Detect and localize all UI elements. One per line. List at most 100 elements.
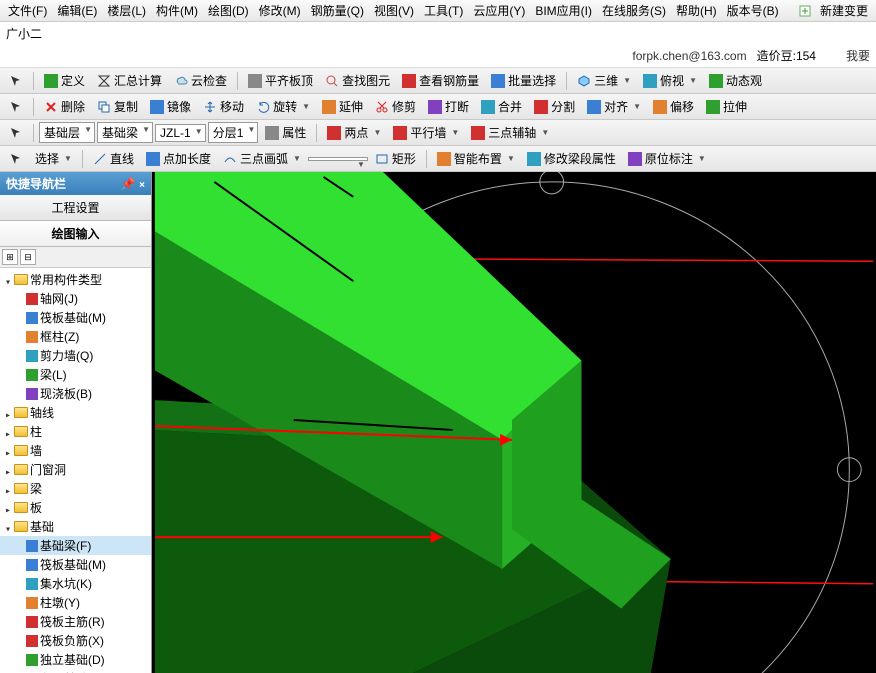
category-combo[interactable]: 基础梁 [97,122,153,143]
rotate-button[interactable]: 旋转▼ [251,95,315,118]
3d-viewport[interactable]: A [152,172,876,673]
tree-cat[interactable]: 轴线 [0,403,151,422]
tool-arrow2[interactable] [4,97,28,117]
merge-button[interactable]: 合并 [476,95,527,118]
pin-icon[interactable]: 📌 [121,177,136,191]
arc3-button[interactable]: 三点画弧▼ [218,147,306,170]
smart-layout-button[interactable]: 智能布置▼ [432,147,520,170]
two-point-button[interactable]: 两点▼ [322,121,386,144]
user-bar: forpk.chen@163.com 造价豆:154 我要 [0,44,876,68]
tree-common-item[interactable]: 剪力墙(Q) [0,346,151,365]
menu-online[interactable]: 在线服务(S) [598,0,670,21]
tree-common-item[interactable]: 框柱(Z) [0,327,151,346]
sidebar-title-label: 快捷导航栏 [6,175,66,192]
tree-strip-foundation[interactable]: 条形基础(T) [0,669,151,673]
menu-edit[interactable]: 编辑(E) [53,0,101,21]
tool-arrow3[interactable] [4,123,28,143]
draw-combo[interactable] [308,157,368,161]
tree-foundation-beam[interactable]: 基础梁(F) [0,536,151,555]
rect-button[interactable]: 矩形 [370,147,421,170]
component-tree[interactable]: 常用构件类型 轴网(J) 筏板基础(M) 框柱(Z) 剪力墙(Q) 梁(L) 现… [0,268,151,673]
tree-foundation-item[interactable]: 柱墩(Y) [0,593,151,612]
floor-combo[interactable]: 分层1 [208,122,259,143]
props-button[interactable]: 属性 [260,121,311,144]
tree-common[interactable]: 常用构件类型 [0,270,151,289]
copy-button[interactable]: 复制 [92,95,143,118]
menu-view[interactable]: 视图(V) [370,0,418,21]
sidebar: 快捷导航栏 📌 × 工程设置 绘图输入 ⊞ ⊟ 常用构件类型 轴网(J) 筏板基… [0,172,152,673]
layer-combo[interactable]: 基础层 [39,122,95,143]
menu-tools[interactable]: 工具(T) [420,0,467,21]
three-d-button[interactable]: 三维▼ [572,69,636,92]
orig-anno-button[interactable]: 原位标注▼ [623,147,711,170]
bird-view-button[interactable]: 俯视▼ [638,69,702,92]
tree-foundation-item[interactable]: 筏板主筋(R) [0,612,151,631]
toolbar-main: 定义 汇总计算 云检查 平齐板顶 查找图元 查看钢筋量 批量选择 三维▼ 俯视▼… [0,68,876,94]
line-button[interactable]: 直线 [88,147,139,170]
close-sidebar-button[interactable]: × [139,180,145,191]
sidebar-tab-project[interactable]: 工程设置 [0,195,151,221]
me-button[interactable]: 我要 [846,47,870,64]
offset-button[interactable]: 偏移 [648,95,699,118]
tree-common-item[interactable]: 现浇板(B) [0,384,151,403]
menu-version[interactable]: 版本号(B) [723,0,783,21]
flat-top-button[interactable]: 平齐板顶 [243,69,318,92]
cloud-check-button[interactable]: 云检查 [169,69,232,92]
break-button[interactable]: 打断 [423,95,474,118]
sidebar-mini-toolbar: ⊞ ⊟ [0,247,151,268]
tree-foundation[interactable]: 基础 [0,517,151,536]
menu-file[interactable]: 文件(F) [4,0,51,21]
batch-select-button[interactable]: 批量选择 [486,69,561,92]
flat-wall-button[interactable]: 平行墙▼ [388,121,464,144]
sum-calc-button[interactable]: 汇总计算 [92,69,167,92]
tree-foundation-item[interactable]: 筏板基础(M) [0,555,151,574]
sidebar-tab-draw[interactable]: 绘图输入 [0,221,151,247]
view-rebar-button[interactable]: 查看钢筋量 [397,69,484,92]
user-email: forpk.chen@163.com [632,49,746,63]
menu-help[interactable]: 帮助(H) [672,0,721,21]
menu-draw[interactable]: 绘图(D) [204,0,253,21]
select-button[interactable]: 选择▼ [30,147,77,170]
tool-arrow[interactable] [4,71,28,91]
extend-button[interactable]: 延伸 [317,95,368,118]
tree-cat[interactable]: 柱 [0,422,151,441]
mini-collapse-button[interactable]: ⊟ [20,249,36,265]
tree-cat[interactable]: 板 [0,498,151,517]
menu-bar: 文件(F) 编辑(E) 楼层(L) 构件(M) 绘图(D) 修改(M) 钢筋量(… [0,0,876,22]
find-elem-button[interactable]: 查找图元 [320,69,395,92]
stretch-button[interactable]: 拉伸 [701,95,752,118]
tree-common-item[interactable]: 梁(L) [0,365,151,384]
define-button[interactable]: 定义 [39,69,90,92]
tree-common-item[interactable]: 筏板基础(M) [0,308,151,327]
tree-foundation-item[interactable]: 筏板负筋(X) [0,631,151,650]
main-area: 快捷导航栏 📌 × 工程设置 绘图输入 ⊞ ⊟ 常用构件类型 轴网(J) 筏板基… [0,172,876,673]
menu-cloud[interactable]: 云应用(Y) [469,0,529,21]
toolbar-modify: 删除 复制 镜像 移动 旋转▼ 延伸 修剪 打断 合并 分割 对齐▼ 偏移 拉伸 [0,94,876,120]
id-combo[interactable]: JZL-1 [155,124,206,142]
trim-button[interactable]: 修剪 [370,95,421,118]
point-length-button[interactable]: 点加长度 [141,147,216,170]
menu-floor[interactable]: 楼层(L) [103,0,150,21]
three-aux-button[interactable]: 三点辅轴▼ [466,121,554,144]
tree-cat[interactable]: 门窗洞 [0,460,151,479]
align-button[interactable]: 对齐▼ [582,95,646,118]
dyn-view-button[interactable]: 动态观 [704,69,767,92]
tree-common-item[interactable]: 轴网(J) [0,289,151,308]
new-change-button[interactable]: 新建变更 [816,0,872,21]
sidebar-title: 快捷导航栏 📌 × [0,172,151,195]
move-button[interactable]: 移动 [198,95,249,118]
menu-rebar[interactable]: 钢筋量(Q) [307,0,368,21]
edit-beam-button[interactable]: 修改梁段属性 [522,147,621,170]
tree-cat[interactable]: 墙 [0,441,151,460]
menu-bim[interactable]: BIM应用(I) [531,0,596,21]
split-button[interactable]: 分割 [529,95,580,118]
menu-component[interactable]: 构件(M) [152,0,202,21]
delete-button[interactable]: 删除 [39,95,90,118]
mirror-button[interactable]: 镜像 [145,95,196,118]
tree-cat[interactable]: 梁 [0,479,151,498]
tool-arrow4[interactable] [4,149,28,169]
menu-modify[interactable]: 修改(M) [255,0,305,21]
tree-foundation-item[interactable]: 独立基础(D) [0,650,151,669]
tree-foundation-item[interactable]: 集水坑(K) [0,574,151,593]
mini-expand-button[interactable]: ⊞ [2,249,18,265]
